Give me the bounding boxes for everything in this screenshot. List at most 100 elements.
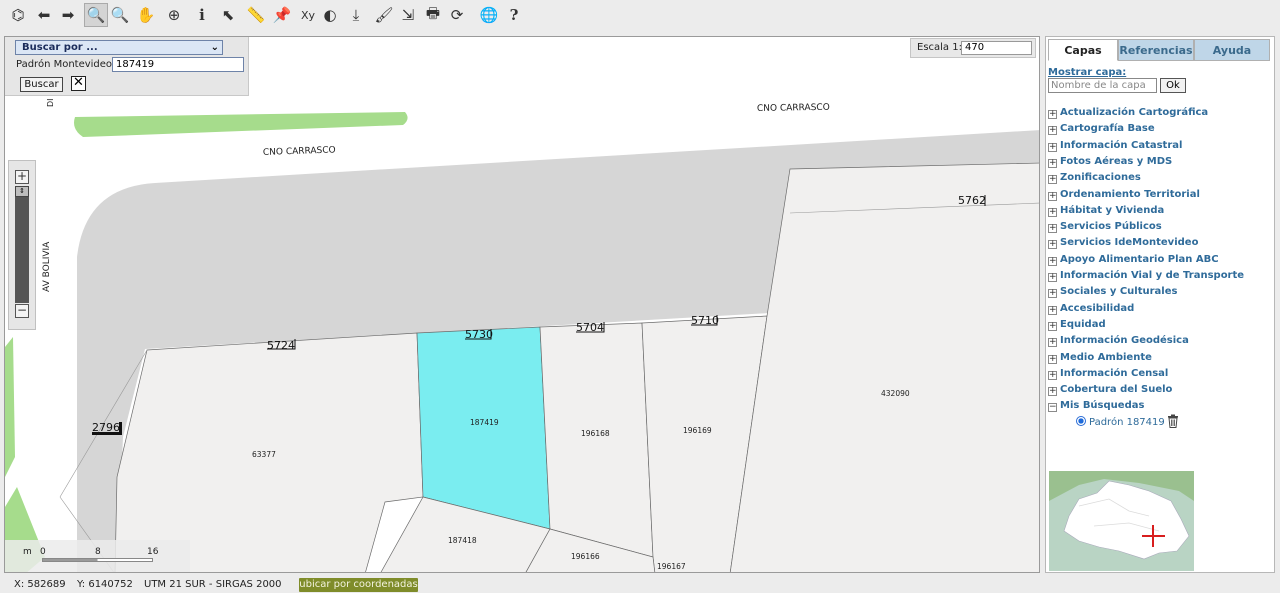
layer-label: Hábitat y Vivienda xyxy=(1060,204,1165,216)
parcel[interactable] xyxy=(539,322,654,558)
search-result-label: Padrón 187419 xyxy=(1089,417,1165,428)
expand-icon[interactable]: + xyxy=(1048,305,1057,315)
layer-label: Equidad xyxy=(1060,318,1106,330)
globe-search-icon[interactable]: 🌐 xyxy=(477,3,501,27)
layer-item[interactable]: + Accesibilidad xyxy=(1048,303,1134,317)
layer-item[interactable]: + Sociales y Culturales xyxy=(1048,286,1177,300)
capa-search-input[interactable]: Nombre de la capa xyxy=(1048,78,1157,93)
layer-item[interactable]: + Servicios IdeMontevideo xyxy=(1048,237,1198,251)
extent-icon[interactable]: ⌬ xyxy=(6,3,30,27)
ubicar-coordenadas-button[interactable]: ubicar por coordenadas xyxy=(299,578,418,592)
overview-map[interactable] xyxy=(1049,471,1194,571)
layer-item[interactable]: + Información Vial y de Transporte xyxy=(1048,270,1244,284)
layer-item[interactable]: + Equidad xyxy=(1048,319,1106,333)
street-label: CNO CARRASCO xyxy=(757,103,830,114)
scale-tick: 16 xyxy=(147,547,159,557)
door-number: 5762 xyxy=(958,194,986,207)
globe-icon[interactable]: ◐ xyxy=(318,3,342,27)
expand-icon[interactable]: + xyxy=(1048,158,1057,168)
tab-capas[interactable]: Capas xyxy=(1048,39,1118,61)
map-viewport[interactable]: CNO CARRASCO CNO CARRASCO AV BOLIVIA DI … xyxy=(4,36,1040,573)
scale-box: Escala 1: 470 xyxy=(910,38,1036,58)
expand-icon[interactable]: + xyxy=(1048,142,1057,152)
expand-icon[interactable]: + xyxy=(1048,321,1057,331)
measure-icon[interactable]: 📏 xyxy=(244,3,268,27)
expand-icon[interactable]: + xyxy=(1048,370,1057,380)
expand-icon[interactable]: + xyxy=(1048,240,1057,250)
layer-label: Información Geodésica xyxy=(1060,335,1189,347)
expand-icon[interactable]: + xyxy=(1048,354,1057,364)
parcel-highlighted[interactable] xyxy=(416,326,551,530)
tab-referencias[interactable]: Referencias xyxy=(1118,39,1194,61)
radio-icon[interactable] xyxy=(1076,416,1086,426)
status-bar: X: 582689 Y: 6140752 UTM 21 SUR - SIRGAS… xyxy=(0,575,1280,593)
padron-input[interactable]: 187419 xyxy=(112,57,244,72)
layer-item[interactable]: + Cobertura del Suelo xyxy=(1048,384,1172,398)
layer-item[interactable]: + Ordenamiento Territorial xyxy=(1048,189,1200,203)
zoom-slider: + ⇕ − xyxy=(8,160,36,330)
map-canvas[interactable]: CNO CARRASCO CNO CARRASCO AV BOLIVIA DI … xyxy=(5,37,1040,573)
refresh-icon[interactable]: ⟳ xyxy=(445,3,469,27)
parcel-number: 187418 xyxy=(448,536,477,545)
ok-button[interactable]: Ok xyxy=(1160,78,1186,93)
pin-icon[interactable]: 📌 xyxy=(270,3,294,27)
layer-label: Cartografía Base xyxy=(1060,123,1155,135)
layer-item[interactable]: + Información Censal xyxy=(1048,368,1168,382)
panel-tabs: Capas Referencias Ayuda xyxy=(1048,39,1270,61)
tab-ayuda[interactable]: Ayuda xyxy=(1194,39,1270,61)
download-icon[interactable]: ⤓ xyxy=(344,3,368,27)
zoom-track[interactable] xyxy=(15,186,29,303)
expand-icon[interactable]: + xyxy=(1048,273,1057,282)
coord-x: X: 582689 xyxy=(14,579,66,590)
select-icon[interactable]: ⬉ xyxy=(216,3,240,27)
info-icon[interactable]: i xyxy=(190,3,214,27)
expand-icon[interactable]: + xyxy=(1048,256,1057,266)
expand-icon[interactable]: + xyxy=(1048,224,1057,234)
zoom-in-icon[interactable]: 🔍 xyxy=(84,3,108,27)
close-icon[interactable]: ✕ xyxy=(71,76,86,91)
search-type-select[interactable]: Buscar por ... ⌄ xyxy=(15,40,223,55)
expand-icon[interactable]: + xyxy=(1048,191,1057,201)
forward-icon[interactable]: ➡ xyxy=(56,3,80,27)
buscar-button[interactable]: Buscar xyxy=(20,77,63,92)
expand-icon[interactable]: + xyxy=(1048,126,1057,136)
layer-item[interactable]: + Servicios Públicos xyxy=(1048,221,1162,235)
layer-item[interactable]: + Información Geodésica xyxy=(1048,335,1189,349)
expand-icon[interactable]: + xyxy=(1048,338,1057,348)
expand-icon[interactable]: + xyxy=(1048,175,1057,185)
layer-item[interactable]: − Mis Búsquedas xyxy=(1048,400,1144,414)
expand-icon[interactable]: + xyxy=(1048,110,1057,119)
xy-icon[interactable]: Xy xyxy=(296,3,320,27)
zoom-out-icon[interactable]: 🔍 xyxy=(108,3,132,27)
layer-item[interactable]: + Hábitat y Vivienda xyxy=(1048,205,1164,219)
print-icon[interactable]: 🖶 xyxy=(421,3,445,27)
expand-icon[interactable]: + xyxy=(1048,289,1057,299)
padron-label: Padrón Montevideo xyxy=(16,59,113,70)
pan-icon[interactable]: ✋ xyxy=(134,3,158,27)
scale-input[interactable]: 470 xyxy=(961,41,1032,55)
layer-label: Zonificaciones xyxy=(1060,172,1141,184)
zoom-out-button[interactable]: − xyxy=(15,304,29,318)
collapse-icon[interactable]: − xyxy=(1048,403,1057,413)
layer-label: Sociales y Culturales xyxy=(1060,286,1178,298)
search-result-item[interactable]: Padrón 187419 xyxy=(1076,416,1165,428)
layer-item[interactable]: + Cartografía Base xyxy=(1048,123,1155,137)
zoom-in-button[interactable]: + xyxy=(15,170,29,184)
layer-item[interactable]: + Medio Ambiente xyxy=(1048,352,1152,366)
trash-icon[interactable] xyxy=(1167,414,1179,428)
layer-item[interactable]: + Actualización Cartográfica xyxy=(1048,107,1208,121)
export-icon[interactable]: ⇲ xyxy=(396,3,420,27)
layer-item[interactable]: + Apoyo Alimentario Plan ABC xyxy=(1048,254,1219,268)
street-label: AV BOLIVIA xyxy=(42,241,52,292)
zoom-box-icon[interactable]: ⊕ xyxy=(162,3,186,27)
back-icon[interactable]: ⬅ xyxy=(32,3,56,27)
zoom-handle[interactable]: ⇕ xyxy=(15,186,29,197)
layer-item[interactable]: + Fotos Aéreas y MDS xyxy=(1048,156,1172,170)
layer-item[interactable]: + Información Catastral xyxy=(1048,140,1182,154)
layer-item[interactable]: + Zonificaciones xyxy=(1048,172,1141,186)
paint-icon[interactable]: 🖌 xyxy=(372,3,396,27)
parcel-number: 63377 xyxy=(252,450,276,459)
help-icon[interactable]: ? xyxy=(502,3,526,27)
expand-icon[interactable]: + xyxy=(1048,207,1057,217)
expand-icon[interactable]: + xyxy=(1048,387,1057,397)
